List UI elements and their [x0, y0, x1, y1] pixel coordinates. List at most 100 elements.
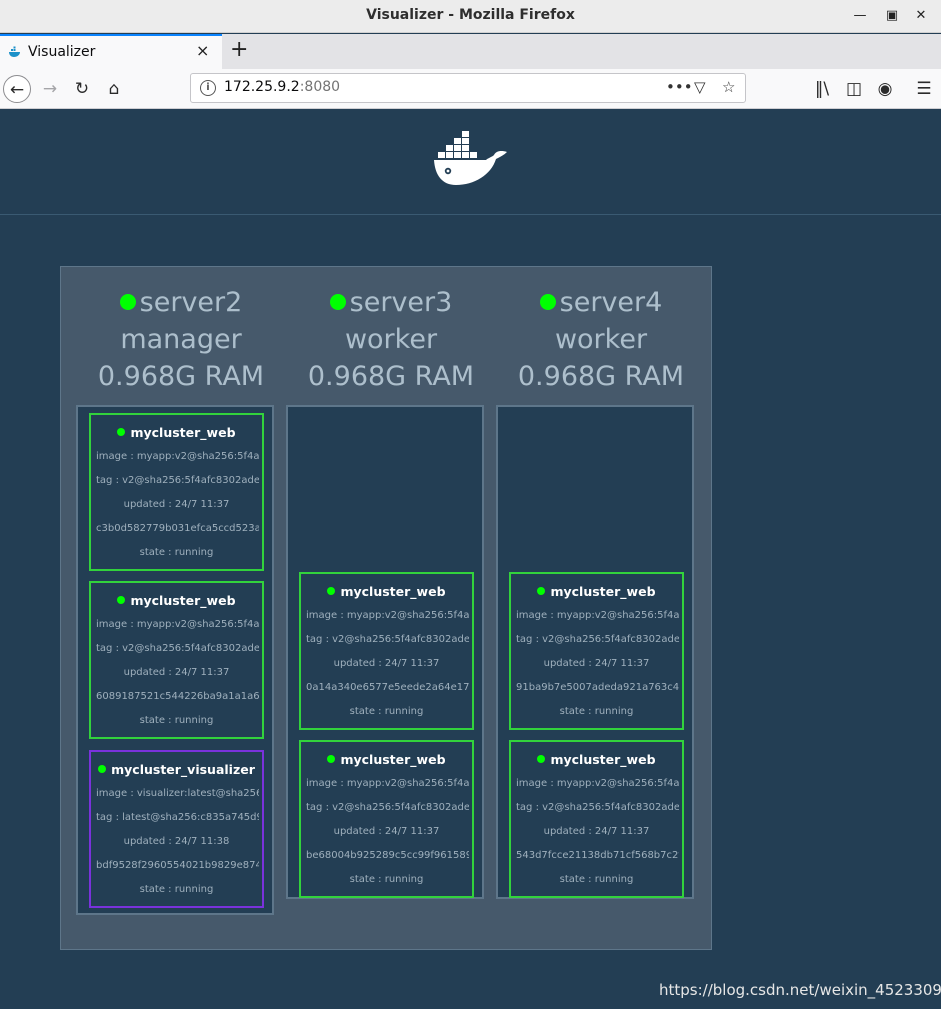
task-name: mycluster_web	[301, 752, 472, 767]
new-tab-button[interactable]: +	[230, 37, 248, 62]
navigation-toolbar: ← → ↻ ⌂ i 172.25.9.2:8080 ••• ▽ ☆ ‖\ ◫ ◉…	[0, 69, 941, 109]
node-status-dot	[539, 294, 556, 310]
docker-logo-icon	[434, 131, 507, 185]
maximize-icon[interactable]: ▣	[882, 6, 902, 26]
node-task-list: mycluster_webimage : myapp:v2@sha256:5f4…	[496, 405, 694, 899]
task-image: image : visualizer:latest@sha256:c835	[96, 788, 259, 799]
window-title: Visualizer - Mozilla Firefox	[366, 7, 575, 23]
account-icon[interactable]: ◉	[871, 75, 899, 103]
task-name: mycluster_web	[511, 584, 682, 599]
pocket-icon[interactable]: ▽	[694, 78, 706, 96]
task-name: mycluster_web	[91, 593, 262, 608]
task-card[interactable]: mycluster_webimage : myapp:v2@sha256:5f4…	[89, 581, 264, 739]
task-updated: updated : 24/7 11:37	[123, 499, 230, 510]
task-name-text: mycluster_visualizer	[111, 762, 255, 777]
task-name-text: mycluster_web	[340, 584, 446, 599]
task-status-dot	[537, 587, 546, 595]
node-server2: server2 manager 0.968G RAM mycluster_webima…	[76, 267, 286, 947]
task-name: mycluster_visualizer	[91, 762, 262, 777]
docker-favicon-icon	[9, 46, 20, 57]
task-tag: tag : v2@sha256:5f4afc8302ade316	[306, 634, 469, 645]
node-role: manager	[120, 324, 242, 355]
task-state: state : running	[349, 706, 424, 717]
node-server4: server4 worker 0.968G RAM mycluster_web imag…	[496, 267, 706, 947]
forward-button[interactable]: →	[36, 75, 64, 103]
task-status-dot	[98, 765, 107, 773]
task-image: image : myapp:v2@sha256:5f4afc8302ade316	[96, 619, 259, 630]
library-icon[interactable]: ‖\	[808, 75, 836, 103]
node-task-list: mycluster_webimage : myapp:v2@sha256:5f4…	[76, 405, 274, 915]
bookmark-star-icon[interactable]: ☆	[722, 78, 735, 96]
task-image: image : myapp:v2@sha256:5f4afc8302ade316	[516, 778, 679, 789]
task-state: state : running	[559, 706, 634, 717]
home-button[interactable]: ⌂	[100, 75, 128, 103]
node-ram: 0.968G RAM	[97, 361, 265, 392]
task-id: 6089187521c544226ba9a1a1a65a	[96, 691, 259, 702]
task-name-text: mycluster_web	[130, 593, 236, 608]
task-card[interactable]: mycluster_webimage : myapp:v2@sha256:5f4…	[509, 740, 684, 898]
task-card[interactable]: mycluster_web image : myapp:v2@sha256:5f4…	[299, 572, 474, 730]
task-id: bdf9528f2960554021b9829e87410	[96, 860, 259, 871]
node-header: server3 worker 0.968G RAM	[286, 284, 496, 395]
page-actions-icon[interactable]: •••	[666, 78, 693, 96]
node-role: worker	[344, 324, 438, 355]
reload-button[interactable]: ↻	[68, 75, 96, 103]
node-name: server2	[139, 287, 243, 318]
task-updated: updated : 24/7 11:37	[543, 826, 650, 837]
task-tag: tag : v2@sha256:5f4afc8302ade316	[516, 634, 679, 645]
task-name: mycluster_web	[301, 584, 472, 599]
node-status-dot	[119, 294, 136, 310]
node-name: server4	[559, 287, 663, 318]
task-id: c3b0d582779b031efca5ccd523a12	[96, 523, 259, 534]
task-image: image : myapp:v2@sha256:5f4afc8302ade316	[306, 778, 469, 789]
url-text[interactable]: 172.25.9.2:8080	[224, 79, 340, 95]
task-updated: updated : 24/7 11:37	[543, 658, 650, 669]
node-task-list: mycluster_webimage : myapp:v2@sha256:5f4…	[286, 405, 484, 899]
task-tag: tag : v2@sha256:5f4afc8302ade316	[96, 643, 259, 654]
url-host: 172.25.9.2	[224, 79, 300, 95]
task-card[interactable]: mycluster_webimage : myapp:v2@sha256:5f4…	[299, 740, 474, 898]
node-name: server3	[349, 287, 453, 318]
window-titlebar: Visualizer - Mozilla Firefox — ▣ ✕	[0, 0, 941, 33]
task-tag: tag : v2@sha256:5f4afc8302ade316	[96, 475, 259, 486]
task-id: 0a14a340e6577e5eede2a64e1762	[306, 682, 469, 693]
task-id: 91ba9b7e5007adeda921a763c49b	[516, 682, 679, 693]
task-card[interactable]: mycluster_visualizerimage : visualizer:l…	[89, 750, 264, 908]
task-id: 543d7fcce21138db71cf568b7c2f93	[516, 850, 679, 861]
task-status-dot	[327, 587, 336, 595]
sidebar-icon[interactable]: ◫	[840, 75, 868, 103]
node-header: server2 manager 0.968G RAM	[76, 284, 286, 395]
node-ram: 0.968G RAM	[307, 361, 475, 392]
node-header: server4 worker 0.968G RAM	[496, 284, 706, 395]
task-name-text: mycluster_web	[550, 752, 656, 767]
tab-close-icon[interactable]: ×	[196, 41, 209, 60]
task-tag: tag : latest@sha256:c835a745d99c	[96, 812, 259, 823]
page-content: server2 manager 0.968G RAM mycluster_web ima…	[0, 109, 941, 1009]
task-updated: updated : 24/7 11:37	[123, 667, 230, 678]
site-info-icon[interactable]: i	[200, 80, 216, 96]
task-name: mycluster_web	[91, 425, 262, 440]
minimize-icon[interactable]: —	[850, 6, 870, 26]
task-image: image : myapp:v2@sha256:5f4afc8302ade316	[516, 610, 679, 621]
swarm-cluster-panel: server2 manager 0.968G RAM mycluster_web ima…	[60, 266, 712, 950]
node-role: worker	[554, 324, 648, 355]
menu-icon[interactable]: ☰	[910, 75, 938, 103]
url-port: :8080	[299, 79, 341, 95]
task-name-text: mycluster_web	[130, 425, 236, 440]
task-state: state : running	[139, 547, 214, 558]
task-state: state : running	[139, 884, 214, 895]
back-button[interactable]: ←	[3, 75, 31, 103]
url-bar[interactable]: i 172.25.9.2:8080 ••• ▽ ☆	[190, 73, 746, 103]
task-status-dot	[537, 755, 546, 763]
node-server3: server3 worker 0.968G RAM mycluster_webimag…	[286, 267, 496, 947]
tab-visualizer[interactable]: Visualizer ×	[0, 34, 222, 69]
task-updated: updated : 24/7 11:38	[123, 836, 230, 847]
node-ram: 0.968G RAM	[517, 361, 685, 392]
close-window-icon[interactable]: ✕	[911, 6, 931, 26]
task-status-dot	[327, 755, 336, 763]
task-card[interactable]: mycluster_web image : myapp:v2@sha256:5f4…	[89, 413, 264, 571]
task-tag: tag : v2@sha256:5f4afc8302ade316	[516, 802, 679, 813]
task-status-dot	[117, 596, 126, 604]
task-id: be68004b925289c5cc99f96158945	[306, 850, 469, 861]
task-card[interactable]: mycluster_webimage : myapp:v2@sha256:5f4…	[509, 572, 684, 730]
